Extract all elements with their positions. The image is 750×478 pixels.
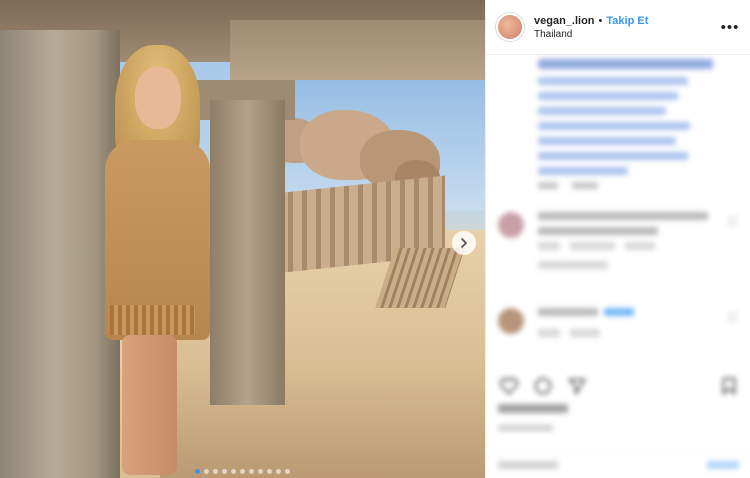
post-photo[interactable] [0, 0, 485, 478]
comment-time [538, 329, 560, 337]
header-separator: • [598, 14, 603, 27]
comment-reply [625, 242, 655, 250]
more-options-icon[interactable]: ••• [720, 19, 740, 36]
hashtag-line [538, 107, 666, 115]
bookmark-icon[interactable] [718, 375, 740, 397]
person-dress-hem [110, 305, 195, 335]
comment-likes [570, 242, 615, 250]
view-replies [538, 261, 608, 269]
photo-beam [230, 20, 485, 80]
post-header-text: vegan_.lion • Takip Et Thailand [534, 15, 720, 40]
comment-item [498, 308, 743, 344]
caption-time [538, 182, 558, 189]
carousel-dot [285, 469, 290, 474]
comment-avatar [498, 212, 524, 238]
photo-person [100, 45, 215, 478]
follow-button[interactable]: Takip Et [606, 15, 648, 27]
person-face [135, 67, 181, 129]
carousel-dot [222, 469, 227, 474]
comment-body [538, 308, 743, 344]
carousel-dot [204, 469, 209, 474]
carousel-dot [258, 469, 263, 474]
photo-pillar [210, 100, 285, 405]
person-legs [122, 335, 177, 475]
comment-icon[interactable] [532, 375, 554, 397]
hashtag-line [538, 152, 688, 160]
carousel-next-button[interactable] [452, 231, 476, 255]
comment-item [498, 212, 743, 276]
comment-input[interactable] [498, 460, 558, 469]
carousel-dot [213, 469, 218, 474]
post-side-panel: vegan_.lion • Takip Et Thailand ••• [485, 0, 750, 478]
hashtag-line [538, 122, 690, 130]
avatar[interactable] [496, 13, 524, 41]
comment-text [538, 227, 658, 235]
username-link[interactable]: vegan_.lion [534, 15, 595, 27]
comment-time [538, 242, 560, 250]
caption-reply [572, 182, 598, 189]
post-header-line: vegan_.lion • Takip Et [534, 15, 720, 27]
hashtag-line [538, 167, 628, 175]
comment-mention [604, 308, 634, 316]
caption-hashtags [538, 77, 750, 175]
caption-heading [538, 59, 713, 69]
post-header: vegan_.lion • Takip Et Thailand ••• [486, 0, 750, 55]
hashtag-line [538, 137, 676, 145]
comment-text [538, 212, 708, 220]
location-link[interactable]: Thailand [534, 29, 720, 40]
hashtag-line [538, 92, 678, 100]
carousel-indicator [0, 469, 485, 474]
carousel-dot [240, 469, 245, 474]
post-action-bar [498, 372, 740, 400]
hashtag-line [538, 77, 688, 85]
carousel-dot [249, 469, 254, 474]
likes-count[interactable] [498, 404, 568, 413]
comment-avatar [498, 308, 524, 334]
carousel-dot [276, 469, 281, 474]
carousel-dot [267, 469, 272, 474]
add-comment-bar [486, 450, 750, 478]
carousel-dot [195, 469, 200, 474]
heart-icon[interactable] [498, 375, 520, 397]
carousel-dot [231, 469, 236, 474]
comment-body [538, 212, 743, 269]
post-date [498, 425, 553, 431]
chevron-right-icon [461, 238, 467, 248]
share-icon[interactable] [566, 375, 588, 397]
comment-text [538, 308, 598, 316]
comment-reply [570, 329, 600, 337]
post-comment-button[interactable] [707, 460, 739, 469]
caption-meta [538, 182, 750, 189]
caption-blurred [486, 59, 750, 189]
